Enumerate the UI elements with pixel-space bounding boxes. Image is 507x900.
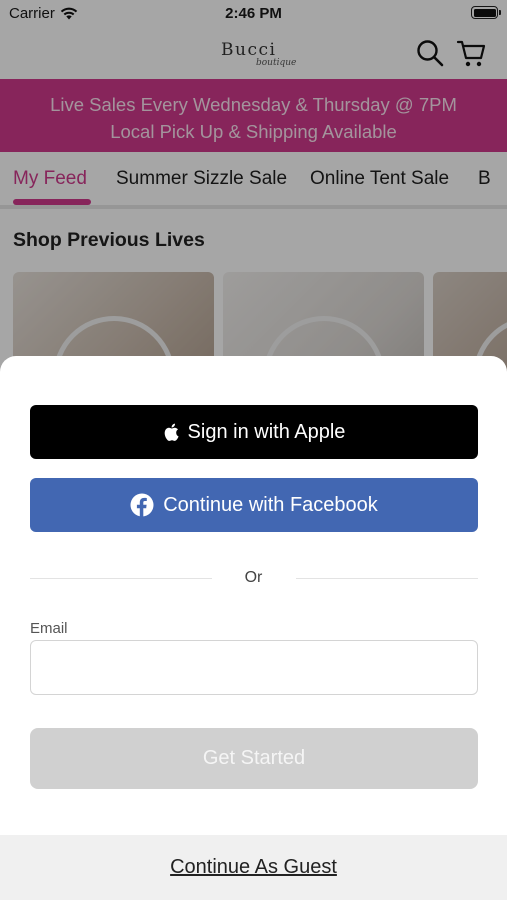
apple-icon [164, 423, 179, 441]
sign-in-with-apple-button[interactable]: Sign in with Apple [30, 405, 478, 459]
facebook-button-label: Continue with Facebook [163, 493, 378, 516]
get-started-label: Get Started [202, 747, 306, 769]
facebook-icon [130, 493, 154, 517]
apple-button-label: Sign in with Apple [187, 420, 346, 443]
guest-footer: Continue As Guest [0, 835, 507, 900]
email-input[interactable] [30, 640, 478, 695]
divider-right [296, 578, 478, 579]
continue-as-guest-link[interactable]: Continue As Guest [170, 856, 337, 879]
continue-with-facebook-button[interactable]: Continue with Facebook [30, 478, 478, 532]
email-label: Email [30, 620, 68, 637]
get-started-button[interactable]: Get Started [30, 728, 478, 789]
login-sheet: Sign in with Apple Continue with Faceboo… [0, 356, 507, 900]
